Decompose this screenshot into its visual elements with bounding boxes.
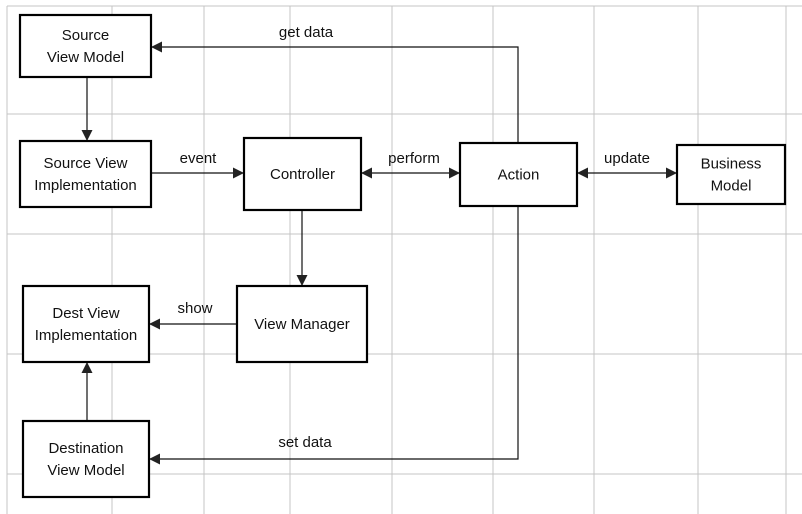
node-source-view-model[interactable]: Source View Model: [18, 13, 153, 79]
edge-event: event: [151, 150, 244, 179]
node-box[interactable]: [675, 143, 787, 206]
node-box[interactable]: [18, 139, 153, 209]
diagram-canvas: get data event perform update show set data S…: [6, 5, 802, 514]
node-label: View Model: [47, 462, 124, 479]
edge-label: update: [604, 150, 650, 167]
edge-label: show: [177, 300, 212, 317]
node-action[interactable]: Action: [458, 141, 579, 208]
node-box[interactable]: [18, 13, 153, 79]
node-label: View Model: [47, 49, 124, 66]
edge-label: get data: [279, 24, 334, 41]
node-label: Controller: [270, 166, 335, 183]
node-label: View Manager: [254, 316, 350, 333]
edges: get data event perform update show set data: [81, 24, 677, 465]
nodes: Source View Model Source View Implementatio…: [18, 13, 787, 499]
node-box[interactable]: [21, 284, 151, 364]
node-dest-view-implementation[interactable]: Dest View Implementation: [21, 284, 151, 364]
node-label: Implementation: [35, 327, 138, 344]
node-label: Model: [711, 178, 752, 195]
connector-line: [151, 41, 519, 143]
node-box[interactable]: [21, 419, 151, 499]
node-label: Business: [701, 156, 762, 173]
edge-get-data: get data: [151, 24, 519, 143]
node-label: Source View: [44, 155, 128, 172]
node-label: Dest View: [52, 305, 119, 322]
node-label: Action: [498, 167, 540, 184]
node-label: Implementation: [34, 177, 137, 194]
edge-label: perform: [388, 150, 440, 167]
edge-show: show: [149, 300, 237, 330]
edge-label: event: [180, 150, 218, 167]
node-controller[interactable]: Controller: [242, 136, 363, 212]
node-label: Destination: [48, 440, 123, 457]
node-destination-view-model[interactable]: Destination View Model: [21, 419, 151, 499]
node-label: Source: [62, 27, 110, 44]
node-view-manager[interactable]: View Manager: [235, 284, 369, 364]
edge-update: update: [577, 150, 677, 179]
edge-label: set data: [278, 434, 332, 451]
node-source-view-implementation[interactable]: Source View Implementation: [18, 139, 153, 209]
node-business-model[interactable]: Business Model: [675, 143, 787, 206]
edge-perform: perform: [361, 150, 460, 179]
